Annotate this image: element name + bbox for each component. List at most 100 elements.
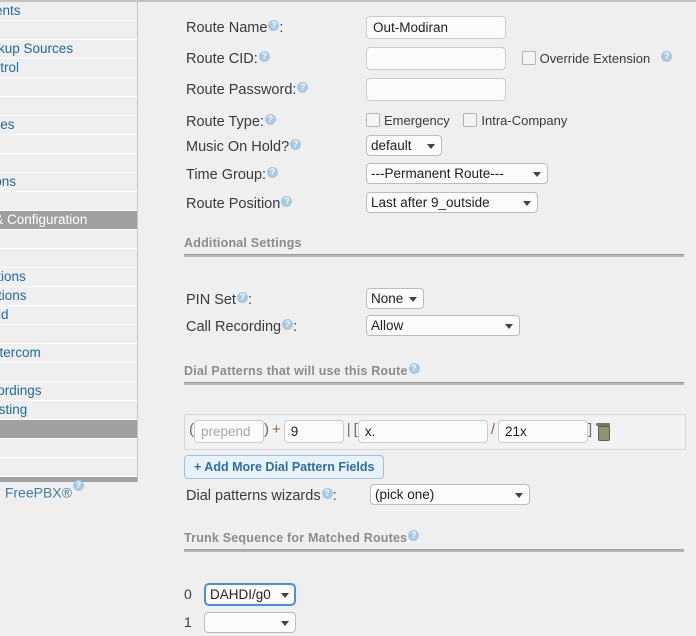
route-position-label-text: Route Position <box>186 196 281 212</box>
route-position-selectwrap: Last after 9_outside <box>366 192 538 213</box>
dial-pattern-prefix-input[interactable] <box>283 420 344 443</box>
row-route-cid: Route CID:? Override Extension? <box>138 47 696 75</box>
help-icon[interactable]: ? <box>264 114 276 125</box>
pin-set-label: PIN Set?: <box>186 292 252 308</box>
sidebar-item-and-intercom[interactable]: and Intercom <box>0 344 137 363</box>
sidebar-nav: ncementstD Lookup Sourcesw ControlMe Pri… <box>0 2 138 482</box>
call-recording-selectwrap: Allow <box>366 315 520 336</box>
dial-patterns-wizards-select[interactable]: (pick one) <box>370 484 530 505</box>
sidebar-item-me[interactable]: Me <box>0 78 137 97</box>
help-icon[interactable]: ? <box>282 319 294 330</box>
dial-patterns-wizards-label-text: Dial patterns wizards <box>186 488 321 504</box>
sidebar-item-onditions[interactable]: onditions <box>0 173 137 192</box>
help-icon[interactable]: ? <box>408 530 420 541</box>
sidebar-item-ts[interactable]: ts <box>0 325 137 344</box>
override-extension-option[interactable]: Override Extension? <box>521 51 673 66</box>
help-icon[interactable]: ? <box>408 363 420 374</box>
intra-company-option[interactable]: Intra-Company <box>463 113 577 128</box>
help-icon[interactable]: ? <box>661 51 673 62</box>
trunk-select-0-wrap: DAHDI/g0 <box>204 583 296 606</box>
sidebar-item-ail-blasting[interactable]: ail Blasting <box>0 401 137 420</box>
dial-pattern-prepend-input[interactable] <box>194 420 264 443</box>
route-name-input[interactable] <box>366 16 506 39</box>
time-group-control: ---Permanent Route--- <box>366 163 548 184</box>
close-bracket: ] <box>588 421 593 438</box>
intra-company-label: Intra-Company <box>481 113 568 128</box>
trunk-index-1: 1 <box>184 614 192 630</box>
route-position-control: Last after 9_outside <box>366 192 538 213</box>
emergency-checkbox[interactable] <box>366 113 380 127</box>
sidebar-item-estinations[interactable]: estinations <box>0 287 137 306</box>
dial-pattern-fields: ()+|[/] <box>189 420 611 443</box>
additional-settings-title: Additional Settings <box>184 236 302 250</box>
emergency-option[interactable]: Emergency <box>366 113 463 128</box>
help-icon[interactable]: ? <box>290 139 302 150</box>
sidebar-item-t[interactable]: t <box>0 21 137 40</box>
row-music-on-hold: Music On Hold?? default <box>138 135 696 163</box>
route-password-input[interactable] <box>366 78 506 101</box>
help-icon[interactable]: ? <box>258 51 270 62</box>
trunk-sequence-title-text: Trunk Sequence for Matched Routes <box>184 531 408 545</box>
trunk-sequence-section: Trunk Sequence for Matched Routes? <box>184 530 684 552</box>
row-time-group: Time Group:? ---Permanent Route--- <box>138 163 696 191</box>
sidebar-item-k[interactable]: k <box>0 439 137 458</box>
row-dial-patterns-wizards: Dial patterns wizards?: (pick one) <box>138 484 696 512</box>
time-group-select[interactable]: ---Permanent Route--- <box>366 163 548 184</box>
help-icon[interactable]: ? <box>297 82 309 93</box>
time-group-selectwrap: ---Permanent Route--- <box>366 163 548 184</box>
help-icon[interactable]: ? <box>268 20 280 31</box>
trunk-select-1[interactable] <box>204 612 296 633</box>
override-extension-checkbox[interactable] <box>521 51 536 65</box>
sidebar-item-tions-configuration[interactable]: tions & Configuration <box>0 211 137 230</box>
sidebar-item-ccess[interactable]: ccess <box>0 420 137 439</box>
dial-pattern-row: ()+|[/] <box>184 414 686 450</box>
sidebar-item-d-lookup-sources[interactable]: D Lookup Sources <box>0 40 137 59</box>
intra-company-checkbox[interactable] <box>463 113 478 127</box>
call-recording-label-text: Call Recording <box>186 319 282 335</box>
music-on-hold-select[interactable]: default <box>366 135 442 156</box>
footer-brand-label: edded FreePBX® <box>0 484 72 501</box>
call-recording-control: Allow <box>366 315 520 336</box>
override-extension-label: Override Extension <box>539 51 651 66</box>
dial-pattern-match-input[interactable] <box>357 420 488 443</box>
sidebar-item-n-recordings[interactable]: n Recordings <box>0 382 137 401</box>
route-cid-input[interactable] <box>366 47 506 70</box>
footer-brand: edded FreePBX®? <box>0 480 142 501</box>
close-paren: ) <box>264 421 269 438</box>
sidebar-item-on-hold[interactable]: on Hold <box>0 306 137 325</box>
pin-set-select[interactable]: None <box>366 288 424 309</box>
route-position-select[interactable]: Last after 9_outside <box>366 192 538 213</box>
add-more-dial-pattern-fields-button[interactable]: + Add More Dial Pattern Fields <box>184 455 385 479</box>
music-on-hold-selectwrap: default <box>366 135 442 156</box>
sidebar-item-roups[interactable]: roups <box>0 192 137 211</box>
help-icon[interactable]: ? <box>72 480 84 491</box>
sidebar-item-g-lot[interactable]: g Lot <box>0 363 137 382</box>
section-divider <box>184 382 684 385</box>
sidebar-item-w-control[interactable]: w Control <box>0 59 137 78</box>
route-cid-control: Override Extension? <box>366 47 673 70</box>
call-recording-colon: : <box>293 319 298 335</box>
trunk-select-1-wrap <box>204 612 296 633</box>
route-password-label-text: Route Password: <box>186 82 297 98</box>
trash-icon[interactable] <box>596 423 611 441</box>
help-icon[interactable]: ? <box>281 196 293 207</box>
dial-pattern-cid-input[interactable] <box>498 420 589 443</box>
dial-patterns-section: Dial Patterns that will use this Route? <box>184 363 684 385</box>
dial-patterns-wizards-label: Dial patterns wizards?: <box>186 488 337 504</box>
help-icon[interactable]: ? <box>267 167 279 178</box>
pin-set-colon: : <box>247 292 252 308</box>
sidebar-item-ences[interactable]: ences <box>0 230 137 249</box>
help-icon[interactable]: ? <box>321 488 333 499</box>
sidebar-item-priorities[interactable]: Priorities <box>0 116 137 135</box>
route-password-control <box>366 78 506 101</box>
help-icon[interactable]: ? <box>236 292 248 303</box>
sidebar-item-ges[interactable]: ges <box>0 249 137 268</box>
trunk-select-0[interactable]: DAHDI/g0 <box>204 583 296 606</box>
row-pin-set: PIN Set?: None <box>138 288 696 316</box>
sidebar-item-ncements[interactable]: ncements <box>0 2 137 21</box>
call-recording-select[interactable]: Allow <box>366 315 520 336</box>
music-on-hold-label: Music On Hold?? <box>186 139 302 155</box>
sidebar-item-roups[interactable]: roups <box>0 154 137 173</box>
sidebar-item-s[interactable]: s <box>0 135 137 154</box>
sidebar-item-oplications[interactable]: oplications <box>0 268 137 287</box>
